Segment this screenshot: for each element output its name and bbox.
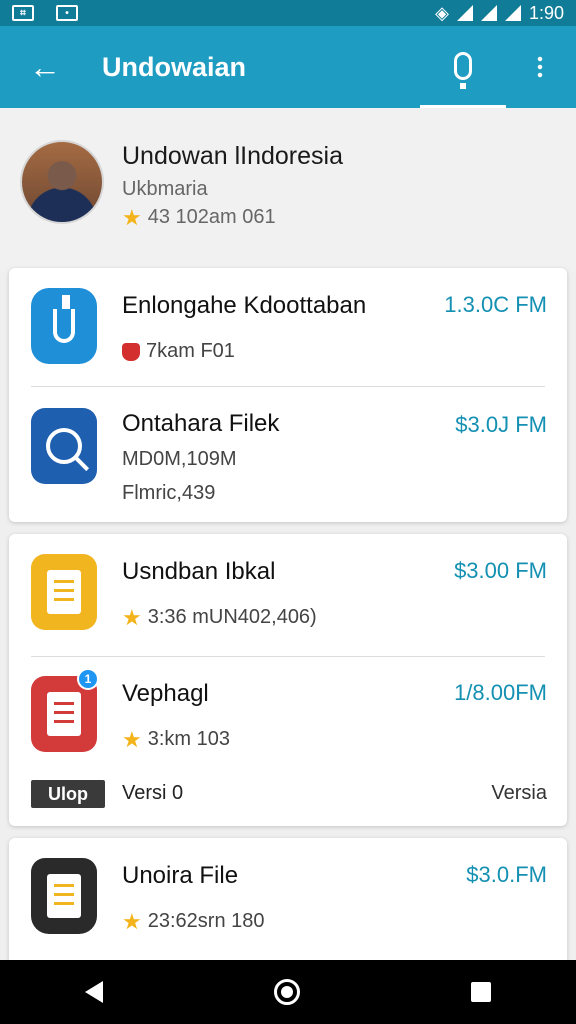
profile-subtitle: Ukbmaria (122, 178, 208, 200)
status-time: 1:90 (528, 2, 564, 23)
signal-icon (480, 5, 497, 21)
list-item[interactable]: Usndban Ibkal ★ 3:36 mUN402,406) $3.00 F… (9, 534, 567, 656)
profile-rating: ★ 43 102am 061 (122, 206, 276, 229)
document-badge-icon: 1 (31, 668, 99, 752)
more-vert-icon (537, 55, 543, 79)
app-name: Vephagl (122, 680, 209, 707)
app-meta: ★ 23:62srn 180 (122, 908, 265, 934)
microphone-icon (454, 51, 472, 89)
app-bar: ← Undowaian (0, 26, 576, 108)
app-card-1: Enlongahe Kdoottaban 7kam F01 1.3.0C FM … (9, 268, 567, 522)
location-pin-icon (122, 342, 140, 361)
search-icon (31, 408, 97, 484)
voice-search-button[interactable] (420, 26, 506, 108)
app-meta: MD0M,109M (122, 448, 237, 470)
star-icon: ★ (122, 726, 142, 752)
app-name: Usndban Ibkal (122, 558, 276, 585)
notification-badge: 1 (77, 668, 99, 690)
battery-icon (504, 5, 521, 21)
star-icon: ★ (122, 204, 142, 230)
list-item[interactable]: Ontahara Filek MD0M,109M Flmric,439 $3.0… (9, 388, 567, 522)
profile-header: Undowan lIndoresia Ukbmaria ★ 43 102am 0… (0, 108, 576, 272)
page-title: Undowaian (102, 51, 247, 82)
file-icon (31, 858, 97, 934)
app-price: $3.0J FM (455, 412, 547, 437)
app-card-3: Unoira File ★ 23:62srn 180 $3.0.FM (9, 838, 567, 968)
app-meta: 7kam F01 (122, 340, 235, 363)
notification-icon: • (56, 5, 78, 21)
app-price: $3.0.FM (466, 862, 547, 887)
version-right: Versia (491, 782, 547, 804)
profile-name: Undowan lIndoresia (122, 142, 343, 170)
label-chip: Ulop (31, 780, 105, 808)
app-name: Unoira File (122, 862, 239, 889)
back-button[interactable]: ← (0, 26, 90, 108)
nav-back-icon[interactable] (85, 981, 104, 1003)
status-bar: ⌗ • ◈ 1:90 (0, 0, 576, 26)
app-price: $3.00 FM (454, 558, 547, 583)
star-icon: ★ (122, 604, 142, 630)
app-meta: ★ 3:36 mUN402,406) (122, 604, 317, 630)
app-price: 1.3.0C FM (444, 292, 547, 317)
storage-icon: ⌗ (12, 5, 34, 21)
nav-home-icon[interactable] (273, 979, 300, 1005)
app-meta: ★ 3:km 103 (122, 726, 230, 752)
document-icon (31, 554, 97, 630)
nav-recent-icon[interactable] (470, 982, 491, 1002)
app-name: Ontahara Filek (122, 410, 280, 437)
signal-icon (456, 5, 473, 21)
app-price: 1/8.00FM (454, 680, 547, 705)
star-icon: ★ (122, 908, 142, 934)
app-card-2: Usndban Ibkal ★ 3:36 mUN402,406) $3.00 F… (9, 534, 567, 826)
list-item[interactable]: Unoira File ★ 23:62srn 180 $3.0.FM (9, 838, 567, 958)
flask-icon (31, 288, 97, 364)
app-name: Enlongahe Kdoottaban (122, 292, 367, 319)
more-options-button[interactable] (520, 26, 560, 108)
divider (31, 386, 545, 387)
profile-rating-text: 43 102am 061 (147, 206, 276, 228)
app-extra: Flmric,439 (122, 482, 216, 504)
arrow-left-icon: ← (29, 48, 61, 85)
avatar (20, 140, 104, 224)
list-item[interactable]: Enlongahe Kdoottaban 7kam F01 1.3.0C FM (9, 268, 567, 388)
navigation-bar (0, 960, 576, 1024)
version-label: Versi 0 (122, 782, 184, 804)
wifi-icon: ◈ (435, 2, 449, 23)
list-item[interactable]: 1 Vephagl ★ 3:km 103 1/8.00FM Ulop Versi… (9, 656, 567, 826)
